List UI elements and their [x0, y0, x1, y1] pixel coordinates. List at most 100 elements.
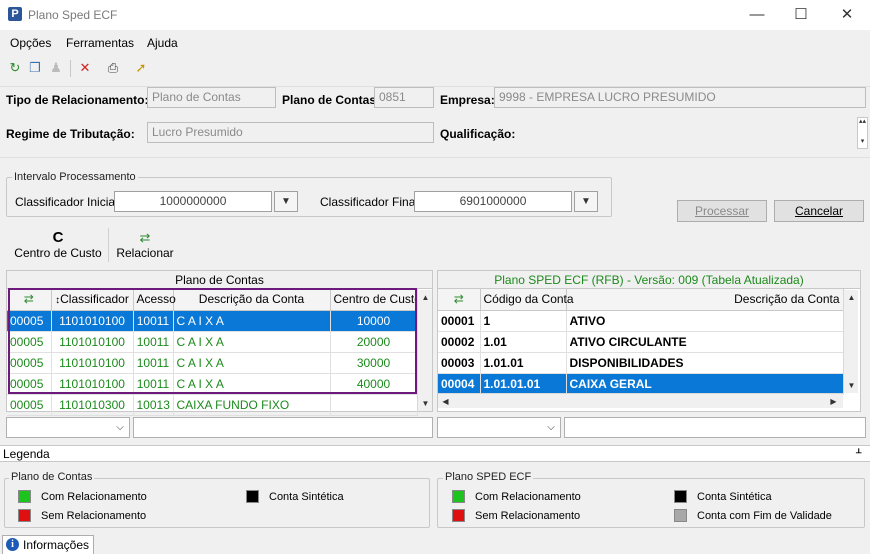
conta-sintetica-label: Conta Sintética: [269, 491, 344, 503]
info-icon: i: [6, 538, 19, 551]
classificador-final-input[interactable]: 6901000000: [414, 191, 572, 212]
classificador-final-label: Classificador Final:: [320, 195, 422, 209]
window-title: Plano Sped ECF: [28, 8, 118, 22]
codigo-cell: 1: [480, 310, 567, 332]
relacionar-icon: ⇄: [453, 292, 464, 307]
row-id: 00002: [438, 331, 481, 353]
empresa-label: Empresa:: [440, 93, 495, 107]
tipo-relacionamento-label: Tipo de Relacionamento:: [6, 93, 149, 107]
minimize-button[interactable]: —: [734, 0, 780, 30]
plano-sped-title: Plano SPED ECF (RFB) - Versão: 009 (Tabe…: [438, 271, 860, 289]
relacionar-icon: ⇄: [139, 230, 151, 245]
sem-relacionamento-swatch: [18, 509, 31, 522]
codigo-cell: 1.01: [480, 331, 567, 353]
relacionar-label: Relacionar: [116, 246, 174, 260]
table-row[interactable]: 00004 1.01.01.01 CAIXA GERAL: [438, 373, 844, 395]
classificador-cell: 1101010300: [51, 394, 134, 416]
cancelar-button[interactable]: Cancelar: [774, 200, 864, 222]
row-id: 00004: [438, 373, 481, 395]
vertical-scrollbar[interactable]: ▲ ▼: [417, 290, 432, 411]
centro-custo-label: Centro de Custo: [14, 246, 102, 260]
chevron-down-icon[interactable]: ▼: [574, 191, 598, 212]
scroll-up-icon[interactable]: ▲: [418, 290, 433, 305]
pin-icon[interactable]: ᚆ: [856, 446, 861, 459]
selection-highlight: [8, 288, 417, 394]
chevron-down-icon[interactable]: ▼: [274, 191, 298, 212]
conta-sintetica-label: Conta Sintética: [697, 491, 772, 503]
codigo-cell: 1.01.01: [480, 352, 567, 374]
scroll-right-icon[interactable]: ▶: [826, 394, 841, 409]
row-id: 00003: [438, 352, 481, 374]
legenda-bar[interactable]: [0, 445, 870, 462]
scroll-down-icon[interactable]: ▼: [844, 378, 859, 393]
vertical-scrollbar[interactable]: ▲ ▼: [843, 290, 858, 393]
chevron-down-icon[interactable]: ⌵: [542, 418, 560, 437]
copy-icon[interactable]: ❐: [26, 59, 44, 77]
sem-relacionamento-label: Sem Relacionamento: [41, 510, 147, 522]
column-header-descricao[interactable]: Descrição da Conta: [566, 289, 844, 311]
descricao-cell: ATIVO: [566, 310, 844, 332]
close-button[interactable]: ✕: [824, 0, 870, 30]
centro-custo-button[interactable]: C Centro de Custo: [8, 225, 108, 265]
plano-sped-grid: ⇄ Código da Conta Descrição da Conta 000…: [438, 289, 844, 395]
conta-fim-validade-swatch: [674, 509, 687, 522]
table-row[interactable]: 00001 1 ATIVO: [438, 310, 844, 332]
descricao-cell: DISPONIBILIDADES: [566, 352, 844, 374]
tipo-relacionamento-field[interactable]: Plano de Contas: [147, 87, 276, 108]
relacionar-button[interactable]: ⇄ Relacionar: [112, 225, 178, 265]
export-icon[interactable]: ➚: [132, 59, 150, 77]
sem-relacionamento-label: Sem Relacionamento: [475, 510, 581, 522]
delete-icon[interactable]: ✕: [76, 59, 94, 77]
left-filter-input[interactable]: [133, 417, 433, 438]
legenda-plano-title: Plano de Contas: [9, 471, 95, 483]
row-id: 00001: [438, 310, 481, 332]
regime-tributacao-field[interactable]: Lucro Presumido: [147, 122, 434, 143]
legenda-sped-title: Plano SPED ECF: [443, 471, 534, 483]
acesso-cell: 10013: [133, 394, 174, 416]
plano-contas-field[interactable]: 0851: [374, 87, 434, 108]
maximize-button[interactable]: ☐: [778, 0, 824, 30]
descricao-cell: CAIXA FUNDO FIXO: [173, 394, 331, 416]
regime-tributacao-label: Regime de Tributação:: [6, 127, 135, 141]
table-row[interactable]: 00002 1.01 ATIVO CIRCULANTE: [438, 331, 844, 353]
conta-sintetica-swatch: [674, 490, 687, 503]
empresa-field[interactable]: 9998 - EMPRESA LUCRO PRESUMIDO: [494, 87, 866, 108]
cancelar-label: Cancelar: [794, 204, 844, 218]
user-icon[interactable]: ♟: [47, 59, 65, 77]
com-relacionamento-label: Com Relacionamento: [475, 491, 581, 503]
column-header-relacionar[interactable]: ⇄: [438, 289, 481, 311]
legenda-title: Legenda: [3, 447, 50, 461]
centro-custo-cell: [330, 394, 418, 416]
print-icon[interactable]: ⎙: [104, 59, 122, 77]
sem-relacionamento-swatch: [452, 509, 465, 522]
table-row[interactable]: 00005 1101010300 10013 CAIXA FUNDO FIXO: [7, 394, 418, 416]
divider: [108, 228, 109, 262]
app-logo-icon: P: [8, 7, 22, 21]
classificador-inicial-input[interactable]: 1000000000: [114, 191, 272, 212]
plano-contas-title: Plano de Contas: [7, 271, 432, 289]
conta-fim-validade-label: Conta com Fim de Validade: [697, 510, 832, 522]
descricao-cell: CAIXA GERAL: [566, 373, 844, 395]
table-row[interactable]: 00003 1.01.01 DISPONIBILIDADES: [438, 352, 844, 374]
horizontal-scrollbar[interactable]: ◀ ▶: [438, 393, 843, 408]
com-relacionamento-swatch: [452, 490, 465, 503]
menu-ajuda[interactable]: Ajuda: [147, 36, 178, 50]
intervalo-title: Intervalo Processamento: [12, 171, 138, 183]
right-filter-input[interactable]: [564, 417, 866, 438]
processar-label: Processar: [694, 204, 750, 218]
chevron-down-icon[interactable]: ⌵: [111, 418, 129, 437]
com-relacionamento-swatch: [18, 490, 31, 503]
scroll-down-icon[interactable]: ▼: [418, 396, 433, 411]
descricao-cell: ATIVO CIRCULANTE: [566, 331, 844, 353]
scroll-left-icon[interactable]: ◀: [438, 394, 453, 409]
divider: [0, 157, 870, 158]
menu-ferramentas[interactable]: Ferramentas: [66, 36, 134, 50]
processar-button[interactable]: Processar: [677, 200, 767, 222]
qualificacao-scrollbar[interactable]: ▴▴ ▾: [857, 117, 868, 149]
scroll-up-icon[interactable]: ▲: [844, 290, 859, 305]
column-header-codigo[interactable]: Código da Conta: [480, 289, 574, 311]
toolbar-separator: [70, 60, 71, 77]
plano-sped-panel: Plano SPED ECF (RFB) - Versão: 009 (Tabe…: [437, 270, 861, 412]
refresh-icon[interactable]: ↻: [6, 59, 24, 77]
menu-opcoes[interactable]: Opções: [10, 36, 51, 50]
